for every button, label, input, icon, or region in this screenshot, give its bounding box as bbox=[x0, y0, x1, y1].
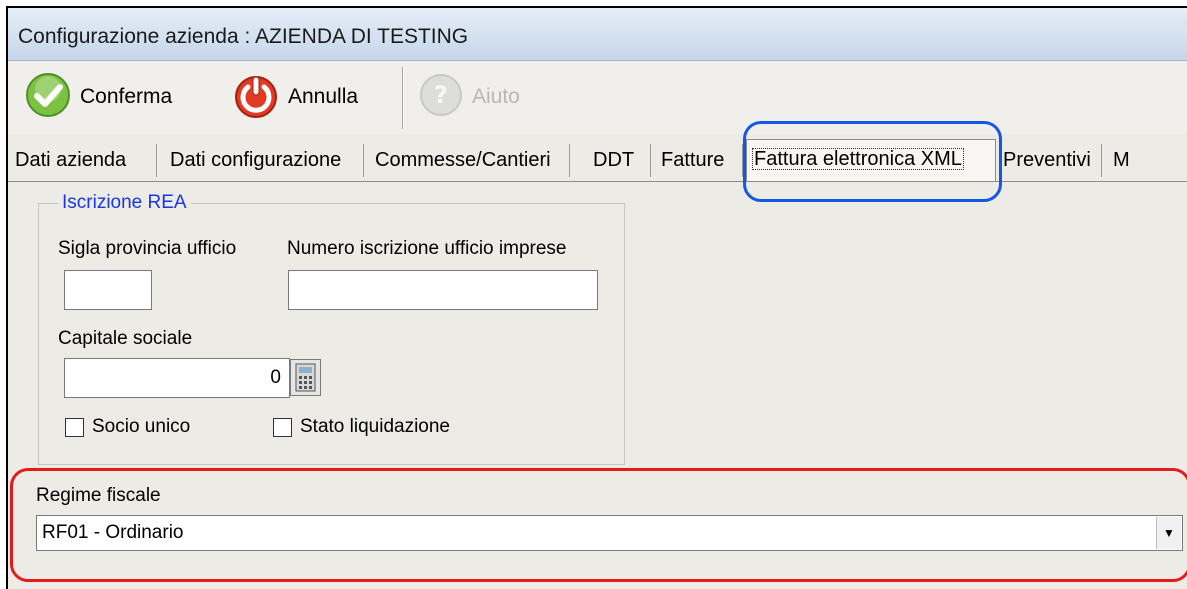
cancel-button[interactable]: Annulla bbox=[232, 71, 358, 123]
tab-label: M bbox=[1113, 149, 1130, 171]
share-capital-value: 0 bbox=[270, 367, 281, 388]
liquidation-label: Stato liquidazione bbox=[300, 416, 450, 437]
liquidation-checkbox[interactable] bbox=[273, 418, 292, 437]
power-icon bbox=[232, 71, 280, 124]
tab-commesse-cantieri[interactable]: Commesse/Cantieri bbox=[370, 144, 570, 177]
tab-dati-azienda[interactable]: Dati azienda bbox=[10, 144, 157, 177]
province-label: Sigla provincia ufficio bbox=[58, 238, 237, 259]
confirm-label: Conferma bbox=[80, 85, 173, 108]
help-label: Aiuto bbox=[472, 85, 520, 108]
toolbar-separator bbox=[402, 67, 404, 129]
sole-partner-checkbox[interactable] bbox=[65, 418, 84, 437]
help-button[interactable]: ? Aiuto bbox=[418, 71, 520, 123]
check-icon bbox=[24, 71, 72, 124]
regime-fiscale-label: Regime fiscale bbox=[36, 485, 161, 506]
calculator-button[interactable] bbox=[290, 359, 321, 396]
chevron-down-icon[interactable]: ▼ bbox=[1156, 517, 1181, 549]
highlight-tab-annotation bbox=[743, 121, 1002, 202]
window-title: Configurazione azienda : AZIENDA DI TEST… bbox=[18, 25, 469, 48]
register-number-label: Numero iscrizione ufficio imprese bbox=[287, 238, 567, 259]
confirm-button[interactable]: Conferma bbox=[24, 71, 172, 123]
title-bar: Configurazione azienda : AZIENDA DI TEST… bbox=[8, 8, 1187, 61]
calculator-icon bbox=[291, 363, 320, 399]
tab-fatture[interactable]: Fatture bbox=[656, 144, 743, 177]
tab-label: Fatture bbox=[661, 149, 725, 171]
svg-text:?: ? bbox=[434, 81, 448, 109]
tab-dati-configurazione[interactable]: Dati configurazione bbox=[165, 144, 364, 177]
question-icon: ? bbox=[418, 72, 464, 123]
regime-fiscale-value: RF01 - Ordinario bbox=[42, 522, 184, 543]
share-capital-label: Capitale sociale bbox=[58, 328, 193, 349]
toolbar: Conferma Annulla ? Aiuto bbox=[8, 61, 1187, 134]
tab-ddt[interactable]: DDT bbox=[581, 144, 651, 177]
province-input[interactable] bbox=[64, 270, 152, 310]
cancel-label: Annulla bbox=[288, 85, 359, 108]
tab-preventivi[interactable]: Preventivi bbox=[998, 144, 1102, 177]
share-capital-input[interactable]: 0 bbox=[64, 358, 290, 398]
tab-label: DDT bbox=[593, 149, 635, 171]
sole-partner-label: Socio unico bbox=[92, 416, 191, 437]
tab-label: Commesse/Cantieri bbox=[375, 149, 551, 171]
tab-more[interactable]: M bbox=[1108, 144, 1148, 177]
register-number-input[interactable] bbox=[288, 270, 598, 310]
tab-label: Dati configurazione bbox=[170, 149, 342, 171]
regime-fiscale-select[interactable]: RF01 - Ordinario ▼ bbox=[36, 515, 1183, 551]
tab-label: Preventivi bbox=[1003, 149, 1091, 171]
tab-label: Dati azienda bbox=[15, 149, 127, 171]
tab-strip: Dati azienda Dati configurazione Commess… bbox=[8, 136, 1187, 300]
rea-group-title: Iscrizione REA bbox=[58, 192, 191, 214]
